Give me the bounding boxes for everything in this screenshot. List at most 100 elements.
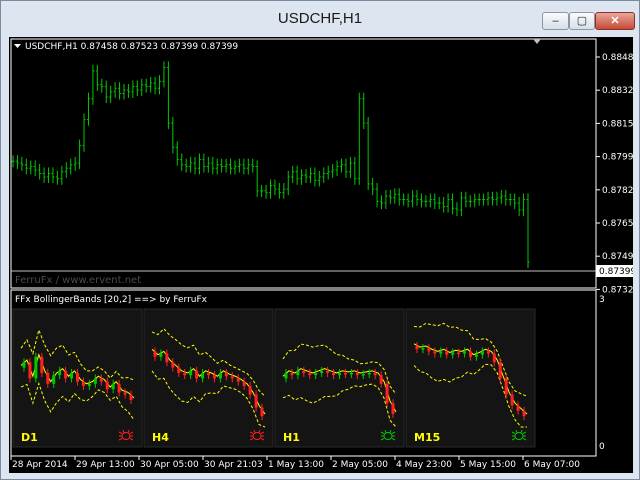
indicator-scale-bottom: 0 bbox=[599, 442, 605, 452]
price-bar bbox=[184, 158, 188, 173]
price-bar bbox=[166, 61, 170, 130]
price-bar bbox=[73, 156, 77, 171]
price-bar bbox=[42, 167, 46, 184]
price-tick-label: 0.87490 bbox=[602, 252, 633, 262]
timeframe-label: H1 bbox=[283, 431, 300, 444]
price-bar bbox=[508, 193, 512, 206]
minimize-button[interactable]: – bbox=[542, 12, 569, 30]
price-bar bbox=[224, 158, 228, 173]
candle bbox=[385, 379, 389, 408]
price-bar bbox=[149, 76, 153, 93]
chart-menu-arrow-icon[interactable] bbox=[14, 44, 21, 48]
timeframe-panels: D1 H4 H1 M15 bbox=[12, 308, 536, 448]
price-bar bbox=[286, 170, 290, 196]
price-bar bbox=[189, 156, 193, 173]
close-button[interactable]: ✕ bbox=[595, 12, 635, 30]
price-bar bbox=[340, 158, 344, 173]
price-bar bbox=[104, 80, 108, 104]
price-bar bbox=[202, 153, 206, 173]
time-tick-label: 4 May 23:00 bbox=[396, 460, 452, 470]
price-bar bbox=[335, 160, 339, 177]
price-bar bbox=[459, 191, 463, 217]
chart-area[interactable]: USDCHF,H1 0.87458 0.87523 0.87399 0.8739… bbox=[9, 37, 633, 473]
price-bar bbox=[220, 158, 224, 173]
price-bar bbox=[477, 193, 481, 206]
price-bar bbox=[180, 153, 184, 171]
price-bar bbox=[304, 169, 308, 184]
price-bar bbox=[122, 83, 126, 100]
price-bar bbox=[348, 156, 352, 178]
price-bar bbox=[295, 165, 299, 185]
price-bar bbox=[264, 184, 268, 199]
price-bar bbox=[20, 156, 24, 171]
price-bar bbox=[15, 155, 19, 170]
price-axis: 0.88485 0.88320 0.88155 0.87990 0.87820 0.876… bbox=[596, 53, 633, 295]
chart-canvas[interactable]: USDCHF,H1 0.87458 0.87523 0.87399 0.8739… bbox=[9, 37, 633, 473]
price-bar bbox=[526, 193, 530, 269]
price-tick-label: 0.87655 bbox=[602, 219, 633, 229]
price-tick-label: 0.87820 bbox=[602, 186, 633, 196]
terminal-window: USDCHF,H1 – ▢ ✕ USDCHF,H1 0.87458 0.8752… bbox=[0, 0, 640, 480]
time-axis: 28 Apr 2014 29 Apr 13:00 30 Apr 05:00 30 Ap… bbox=[10, 456, 580, 470]
price-bar bbox=[282, 183, 286, 199]
time-tick-label: 1 May 13:00 bbox=[268, 460, 324, 470]
price-bar bbox=[78, 139, 82, 170]
price-bar bbox=[451, 193, 455, 215]
price-bar bbox=[100, 78, 104, 93]
price-bar bbox=[277, 183, 281, 199]
price-bar bbox=[437, 196, 441, 210]
price-bar bbox=[131, 80, 135, 98]
title-bar[interactable]: USDCHF,H1 – ▢ ✕ bbox=[1, 1, 639, 37]
price-bar bbox=[82, 113, 86, 152]
maximize-button[interactable]: ▢ bbox=[569, 12, 595, 30]
price-bar bbox=[215, 158, 219, 175]
chart-header: USDCHF,H1 0.87458 0.87523 0.87399 0.8739… bbox=[25, 42, 238, 52]
timeframe-panel-h4[interactable]: H4 bbox=[143, 308, 274, 448]
price-bar bbox=[317, 170, 321, 187]
price-bar bbox=[375, 183, 379, 208]
price-bar bbox=[206, 156, 210, 173]
timeframe-panel-h1[interactable]: H1 bbox=[274, 308, 405, 448]
price-bar bbox=[33, 160, 37, 177]
price-bar bbox=[313, 167, 317, 187]
price-bar bbox=[486, 191, 490, 206]
price-bar bbox=[411, 189, 415, 208]
price-bar bbox=[384, 189, 388, 210]
price-bar bbox=[419, 193, 423, 208]
price-bar bbox=[442, 196, 446, 213]
price-bar bbox=[126, 83, 130, 98]
price-bar bbox=[64, 162, 68, 178]
price-bar bbox=[162, 61, 166, 88]
price-bar bbox=[47, 167, 51, 184]
price-bar bbox=[86, 92, 90, 126]
price-bar bbox=[428, 193, 432, 208]
price-bar bbox=[38, 163, 42, 180]
price-bar bbox=[193, 156, 197, 175]
candle bbox=[34, 352, 38, 383]
price-bar bbox=[402, 193, 406, 206]
price-bar bbox=[29, 160, 33, 175]
price-bar bbox=[51, 167, 55, 184]
price-bar bbox=[175, 141, 179, 166]
timeframe-panel-m15[interactable]: M15 bbox=[405, 308, 536, 448]
indicator-title: FFx BollingerBands [20,2] ==> by FerruFx bbox=[15, 295, 208, 305]
price-bar bbox=[246, 158, 250, 175]
price-tick-label: 0.88485 bbox=[602, 53, 633, 63]
price-bar bbox=[433, 193, 437, 210]
price-bar bbox=[55, 170, 59, 185]
time-tick-label: 28 Apr 2014 bbox=[12, 460, 68, 470]
price-bar bbox=[473, 193, 477, 208]
price-bars bbox=[11, 61, 530, 269]
price-bar bbox=[357, 92, 361, 185]
price-bar bbox=[406, 193, 410, 208]
price-bar bbox=[158, 75, 162, 95]
price-bar bbox=[135, 80, 139, 97]
price-bar bbox=[269, 179, 272, 199]
timeframe-panel-d1[interactable]: D1 bbox=[12, 308, 143, 448]
timeframe-label: D1 bbox=[21, 431, 38, 444]
chart-shift-marker[interactable] bbox=[533, 39, 541, 44]
price-bar bbox=[326, 165, 330, 180]
price-bar bbox=[379, 195, 383, 210]
price-bar bbox=[504, 189, 508, 206]
price-bar bbox=[415, 189, 419, 206]
